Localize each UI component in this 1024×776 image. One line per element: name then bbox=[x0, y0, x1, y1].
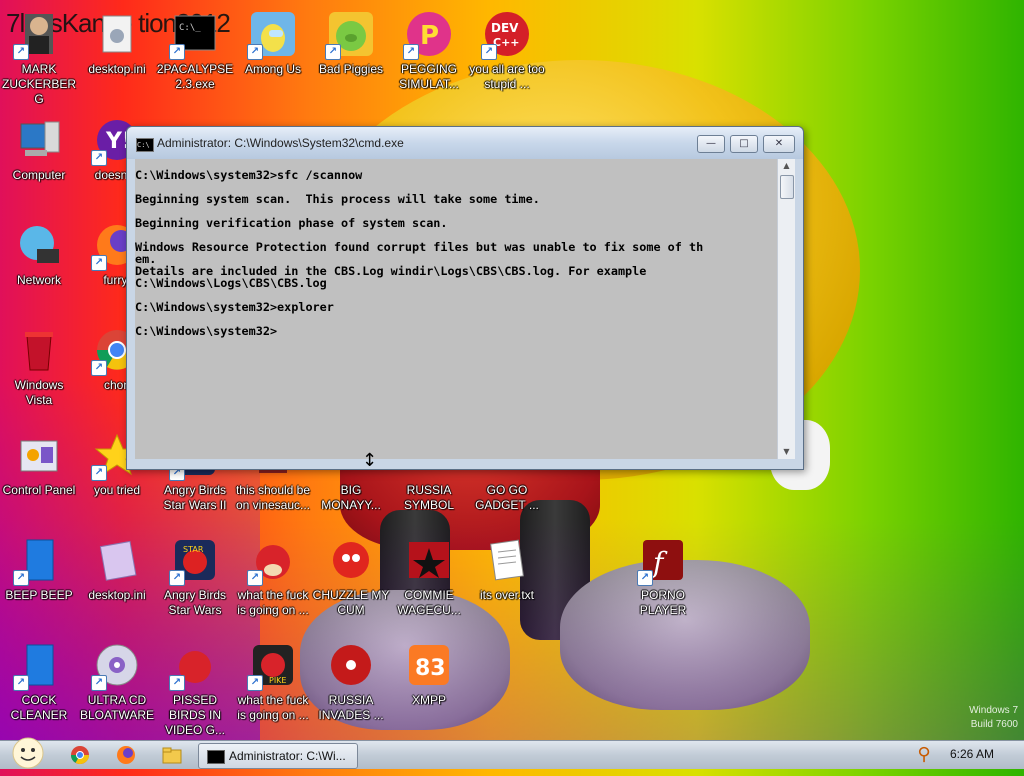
console-output[interactable]: C:\Windows\system32>sfc /scannow Beginni… bbox=[135, 159, 777, 459]
resize-cursor-icon: ↕ bbox=[362, 450, 378, 471]
maximize-button[interactable]: □ bbox=[730, 135, 758, 153]
cmd-icon: C:\ bbox=[136, 138, 154, 152]
minimize-button[interactable]: — bbox=[697, 135, 725, 153]
radiation-icon bbox=[327, 641, 375, 689]
chuzzle-icon bbox=[327, 536, 375, 584]
peggle-icon: P ↗ bbox=[403, 10, 453, 60]
desktop-icon-angry-birds-star-wars[interactable]: STAR ↗ Angry Birds Star Wars bbox=[156, 530, 234, 635]
desktop-icon-porno-player[interactable]: f ↗ PORNO PLAYER bbox=[624, 530, 702, 635]
desktop-icon-among-us[interactable]: ↗ Among Us bbox=[234, 4, 312, 109]
settings-file-icon bbox=[93, 10, 141, 58]
flash-player-icon: f ↗ bbox=[637, 536, 687, 586]
desktop-icon-russia-invades[interactable]: RUSSIA INVADES ... bbox=[312, 635, 390, 740]
desktop-icon-xmpp[interactable]: 83 XMPP bbox=[390, 635, 468, 740]
svg-text:83: 83 bbox=[415, 656, 446, 681]
svg-text:PIKE: PIKE bbox=[269, 676, 286, 685]
text-file-icon bbox=[483, 536, 531, 584]
desktop-icon-cock-cleaner[interactable]: ↗ COCK CLEANER bbox=[0, 635, 78, 740]
blue-book-icon: ↗ bbox=[13, 536, 63, 586]
desktop-icon-you-all-are-too-stupid[interactable]: DEV C++ ↗ you all are too stupid ... bbox=[468, 4, 546, 109]
scroll-up-arrow-icon[interactable]: ▲ bbox=[778, 159, 795, 173]
close-button[interactable]: ✕ bbox=[763, 135, 795, 153]
taskbar-cmd-label: Administrator: C:\Wi... bbox=[229, 749, 346, 763]
angry-birds-space-icon: PIKE ↗ bbox=[247, 641, 297, 691]
desktop-icon-2pacalypse[interactable]: C:\_ ↗ 2PACALYPSE 2.3.exe bbox=[156, 4, 234, 109]
cmd-window[interactable]: C:\ Administrator: C:\Windows\System32\c… bbox=[126, 126, 804, 470]
desktop-icon-chuzzle[interactable]: CHUZZLE MY CUM bbox=[312, 530, 390, 635]
vertical-scrollbar[interactable]: ▲ ▼ bbox=[777, 159, 795, 459]
desktop-icon-windows-vista[interactable]: Windows Vista bbox=[0, 320, 78, 425]
desktop-icon-commie-wagecu[interactable]: COMMIE WAGECU... bbox=[390, 530, 468, 635]
taskbar-clock[interactable]: 6:26 AM bbox=[950, 747, 994, 761]
control-panel-icon bbox=[15, 431, 63, 479]
desktop-icon-network[interactable]: Network bbox=[0, 215, 78, 320]
desktop-icon-desktop-ini-2[interactable]: desktop.ini bbox=[78, 530, 156, 635]
firefox-taskbar-icon[interactable] bbox=[108, 744, 144, 766]
desktop-icon-what-the-fuck-2[interactable]: PIKE ↗ what the fuck is going on ... bbox=[234, 635, 312, 740]
svg-text:P: P bbox=[420, 21, 439, 51]
devcpp-icon: DEV C++ ↗ bbox=[481, 10, 531, 60]
desktop: 7lossKanae tion2012 ↗ MARK ZUCKERBERG de… bbox=[0, 0, 1024, 740]
desktop-icon-its-over[interactable]: its over.txt bbox=[468, 530, 546, 635]
desktop-icon-bad-piggies[interactable]: ↗ Bad Piggies bbox=[312, 4, 390, 109]
search-icon[interactable]: ⚲ bbox=[906, 744, 942, 766]
xampp-icon: 83 bbox=[405, 641, 453, 689]
desktop-icon-pegging-simulator[interactable]: P ↗ PEGGING SIMULAT... bbox=[390, 4, 468, 109]
angry-bird-icon: ↗ bbox=[247, 536, 297, 586]
person-icon: ↗ bbox=[13, 10, 63, 60]
scroll-down-arrow-icon[interactable]: ▼ bbox=[778, 445, 795, 459]
desktop-icon-pissed-birds[interactable]: ↗ PISSED BIRDS IN VIDEO G... bbox=[156, 635, 234, 740]
settings-file-icon bbox=[93, 536, 141, 584]
folder-taskbar-icon[interactable] bbox=[154, 744, 190, 766]
angry-birds-icon: STAR ↗ bbox=[169, 536, 219, 586]
taskbar: Administrator: C:\Wi... ⚲ 6:26 AM bbox=[0, 737, 1024, 769]
desktop-icon-mark-zuckerberg[interactable]: ↗ MARK ZUCKERBERG bbox=[0, 4, 78, 109]
console-text: C:\Windows\system32>sfc /scannow Beginni… bbox=[135, 168, 704, 338]
cmd-icon bbox=[207, 750, 225, 764]
svg-text:DEV: DEV bbox=[491, 21, 519, 35]
windows-build-watermark: Windows 7 Build 7600 bbox=[969, 705, 1018, 730]
angry-bird-icon: ↗ bbox=[169, 641, 219, 691]
recycle-bin-icon bbox=[15, 326, 63, 374]
start-button[interactable] bbox=[6, 735, 46, 769]
taskbar-cmd-task[interactable]: Administrator: C:\Wi... bbox=[198, 743, 358, 769]
cmd-title-bar[interactable]: C:\ Administrator: C:\Windows\System32\c… bbox=[127, 127, 803, 159]
desktop-icon-beep-beep[interactable]: ↗ BEEP BEEP bbox=[0, 530, 78, 635]
desktop-icon-control-panel[interactable]: Control Panel bbox=[0, 425, 78, 530]
cmd-window-title: Administrator: C:\Windows\System32\cmd.e… bbox=[157, 136, 404, 150]
svg-text:STAR: STAR bbox=[183, 545, 204, 554]
svg-text:C:\_: C:\_ bbox=[179, 23, 201, 33]
pig-icon: ↗ bbox=[325, 10, 375, 60]
computer-icon bbox=[15, 116, 63, 164]
network-globe-icon bbox=[15, 221, 63, 269]
cmd-exe-icon: C:\_ ↗ bbox=[169, 10, 219, 60]
cd-icon: ↗ bbox=[91, 641, 141, 691]
among-us-icon: ↗ bbox=[247, 10, 297, 60]
commie-icon bbox=[405, 536, 453, 584]
desktop-icon-ultra-cd-bloatware[interactable]: ↗ ULTRA CD BLOATWARE bbox=[78, 635, 156, 740]
desktop-icon-computer[interactable]: Computer bbox=[0, 110, 78, 215]
scrollbar-thumb[interactable] bbox=[780, 175, 794, 199]
chrome-taskbar-icon[interactable] bbox=[62, 744, 98, 766]
blue-book-icon: ↗ bbox=[13, 641, 63, 691]
desktop-icon-desktop-ini[interactable]: desktop.ini bbox=[78, 4, 156, 109]
desktop-icon-what-the-fuck-1[interactable]: ↗ what the fuck is going on ... bbox=[234, 530, 312, 635]
